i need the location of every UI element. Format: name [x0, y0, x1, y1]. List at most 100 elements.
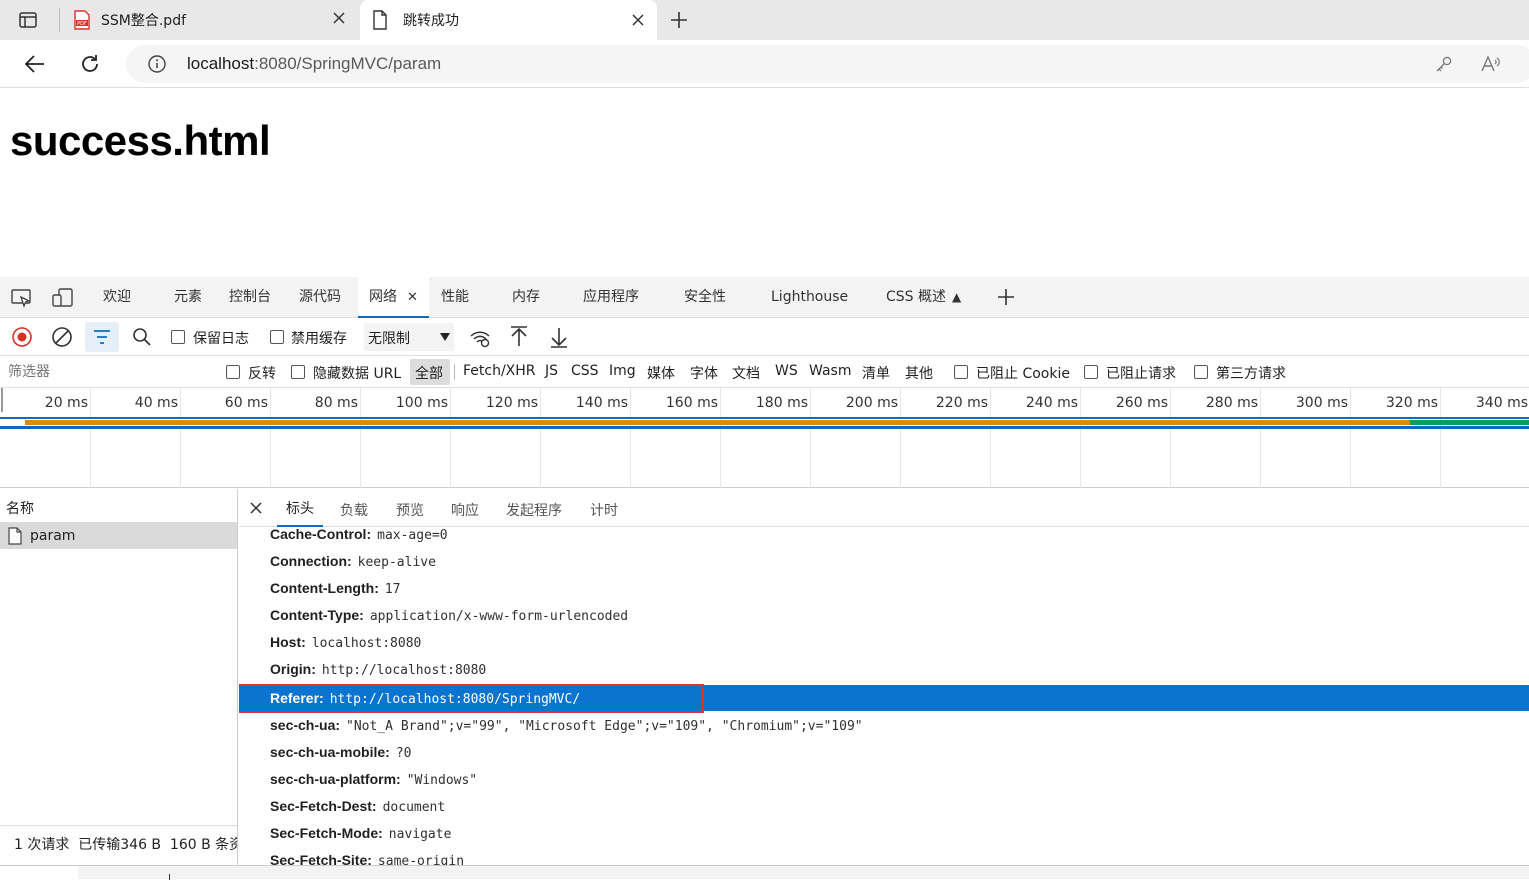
- more-tabs-button[interactable]: [996, 287, 1016, 307]
- header-row[interactable]: Content-Length: 17: [270, 576, 401, 600]
- browser-tab-active[interactable]: 跳转成功: [360, 0, 657, 40]
- header-row[interactable]: Sec-Fetch-Site: same-origin: [270, 848, 464, 865]
- tab-console[interactable]: 控制台: [229, 277, 271, 318]
- header-value: 17: [384, 582, 401, 597]
- hide-data-urls-checkbox[interactable]: [291, 365, 305, 379]
- type-filter-js[interactable]: JS: [545, 363, 558, 379]
- type-filter-other[interactable]: 其他: [905, 363, 933, 383]
- type-filter-xhr[interactable]: Fetch/XHR: [463, 363, 536, 379]
- blocked-cookies-checkbox[interactable]: [954, 365, 968, 379]
- record-icon[interactable]: [11, 326, 33, 348]
- header-row[interactable]: Connection: keep-alive: [270, 549, 436, 573]
- devtools-tab-bar: 欢迎 元素 控制台 源代码 网络 ✕ 性能 内存 应用程序 安全性 Lightho…: [0, 277, 1529, 318]
- tab-network[interactable]: 网络 ✕: [358, 277, 429, 318]
- request-summary: 1 次请求 已传输346 B 160 B 条资: [14, 837, 237, 853]
- disable-cache-label: 禁用缓存: [291, 331, 347, 347]
- type-filter-ws[interactable]: WS: [775, 363, 798, 379]
- tab-sources[interactable]: 源代码: [299, 277, 341, 318]
- drawer-tab[interactable]: [0, 866, 78, 880]
- header-key: Content-Type:: [270, 607, 364, 623]
- type-filter-all[interactable]: 全部: [410, 359, 450, 385]
- header-row[interactable]: sec-ch-ua: "Not_A Brand";v="99", "Microso…: [270, 713, 863, 737]
- tab-initiator[interactable]: 发起程序: [506, 500, 562, 520]
- blocked-requests-checkbox[interactable]: [1084, 365, 1098, 379]
- type-filter-manifest[interactable]: 清单: [862, 363, 890, 383]
- tick-label: 140 ms: [575, 395, 628, 411]
- throttle-select[interactable]: 无限制: [364, 323, 454, 351]
- filter-input[interactable]: [3, 360, 208, 384]
- tab-timing[interactable]: 计时: [590, 500, 618, 520]
- refresh-button[interactable]: [79, 53, 101, 75]
- header-value: ?0: [395, 746, 412, 761]
- close-icon[interactable]: ✕: [407, 290, 418, 305]
- tab-elements[interactable]: 元素: [174, 277, 202, 318]
- request-name: param: [30, 528, 76, 544]
- request-row[interactable]: param: [0, 523, 237, 549]
- address-bar[interactable]: localhost:8080/SpringMVC/param: [126, 45, 1529, 83]
- tab-application[interactable]: 应用程序: [583, 277, 639, 318]
- info-icon[interactable]: [147, 54, 167, 74]
- hide-data-urls-label: 隐藏数据 URL: [313, 366, 402, 382]
- url-text[interactable]: localhost:8080/SpringMVC/param: [187, 54, 441, 74]
- tick-label: 200 ms: [845, 395, 898, 411]
- type-filter-doc[interactable]: 文档: [732, 363, 760, 383]
- request-download-bar: [1410, 420, 1529, 425]
- tab-css-overview[interactable]: CSS 概述 ▲: [886, 277, 961, 318]
- tab-response[interactable]: 响应: [451, 500, 479, 520]
- header-value: localhost:8080: [311, 636, 422, 651]
- header-row[interactable]: sec-ch-ua-platform: "Windows": [270, 767, 477, 791]
- browser-tab-pdf[interactable]: PDF SSM整合.pdf: [62, 0, 357, 40]
- invert-checkbox[interactable]: [226, 365, 240, 379]
- tab-preview[interactable]: 预览: [396, 500, 424, 520]
- header-row[interactable]: Host: localhost:8080: [270, 630, 421, 654]
- disable-cache-checkbox[interactable]: [270, 330, 284, 344]
- type-filter-css[interactable]: CSS: [571, 363, 599, 379]
- blocked-cookies-label: 已阻止 Cookie: [976, 366, 1070, 382]
- tick-label: 20 ms: [44, 395, 88, 411]
- type-filter-media[interactable]: 媒体: [647, 363, 675, 383]
- tab-memory[interactable]: 内存: [512, 277, 540, 318]
- export-har-icon[interactable]: [549, 326, 569, 348]
- column-name-header[interactable]: 名称: [6, 498, 34, 518]
- third-party-checkbox[interactable]: [1194, 365, 1208, 379]
- url-host: localhost: [187, 54, 255, 73]
- tab-lighthouse[interactable]: Lighthouse: [771, 277, 848, 318]
- import-har-icon[interactable]: [509, 326, 529, 348]
- clear-icon[interactable]: [51, 326, 73, 348]
- tab-css-overview-label: CSS 概述: [886, 289, 946, 305]
- type-filter-wasm[interactable]: Wasm: [809, 363, 851, 379]
- header-key: Origin:: [270, 661, 316, 677]
- svg-text:PDF: PDF: [77, 21, 87, 27]
- header-value: keep-alive: [357, 555, 436, 570]
- tick-label: 320 ms: [1385, 395, 1438, 411]
- close-icon[interactable]: [250, 502, 262, 514]
- back-button[interactable]: [24, 53, 46, 75]
- type-filter-img[interactable]: Img: [609, 363, 636, 379]
- header-row[interactable]: Content-Type: application/x-www-form-urle…: [270, 603, 628, 627]
- key-icon[interactable]: [1435, 55, 1453, 73]
- tab-actions-icon[interactable]: [18, 10, 38, 30]
- network-overview-timeline[interactable]: 20 ms 40 ms 60 ms 80 ms 100 ms 120 ms 14…: [0, 388, 1529, 488]
- search-icon[interactable]: [132, 327, 152, 347]
- tab-payload[interactable]: 负载: [340, 500, 368, 520]
- header-row[interactable]: sec-ch-ua-mobile: ?0: [270, 740, 411, 764]
- tab-performance[interactable]: 性能: [441, 277, 469, 318]
- header-row[interactable]: Origin: http://localhost:8080: [270, 657, 486, 681]
- preserve-log-checkbox[interactable]: [171, 330, 185, 344]
- network-conditions-icon[interactable]: [469, 327, 491, 349]
- header-value: navigate: [388, 827, 452, 842]
- close-icon[interactable]: [631, 13, 645, 27]
- type-filter-font[interactable]: 字体: [690, 363, 718, 383]
- close-icon[interactable]: [332, 11, 346, 25]
- filter-toggle-button[interactable]: [85, 322, 119, 352]
- tab-security[interactable]: 安全性: [684, 277, 726, 318]
- new-tab-button[interactable]: [669, 10, 689, 30]
- inspect-icon[interactable]: [11, 288, 33, 308]
- tab-welcome[interactable]: 欢迎: [103, 277, 131, 318]
- header-row[interactable]: Sec-Fetch-Mode: navigate: [270, 821, 451, 845]
- device-toolbar-icon[interactable]: [52, 288, 74, 308]
- read-aloud-icon[interactable]: [1480, 54, 1502, 74]
- header-row[interactable]: Sec-Fetch-Dest: document: [270, 794, 445, 818]
- tick-label: 160 ms: [665, 395, 718, 411]
- header-row[interactable]: Cache-Control: max-age=0: [270, 522, 448, 546]
